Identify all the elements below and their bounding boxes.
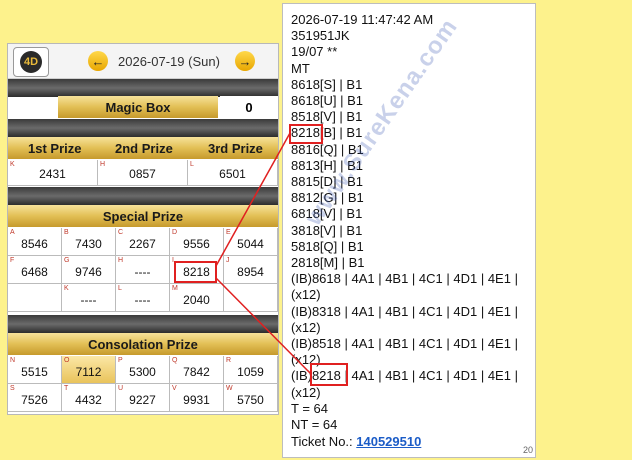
connector-line-lower (215, 277, 312, 375)
highlight-box-receipt-line (289, 124, 323, 144)
connector-line-upper (215, 132, 291, 267)
highlight-box-special (174, 261, 217, 283)
highlight-overlay (174, 124, 348, 386)
highlight-box-receipt-ib (310, 363, 348, 386)
